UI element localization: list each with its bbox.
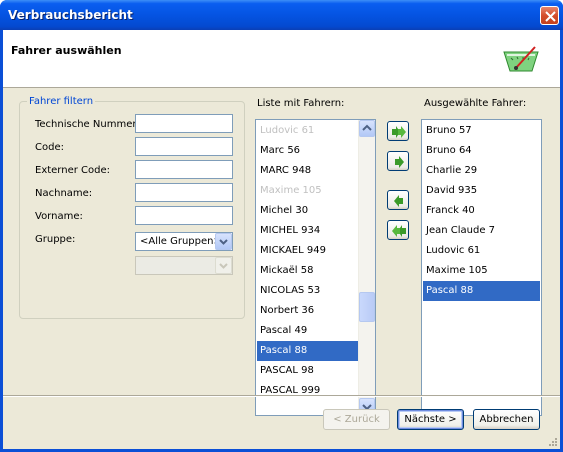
- page-title: Fahrer auswählen: [11, 44, 122, 57]
- list-item[interactable]: Michel 30: [257, 201, 358, 221]
- firstname-input[interactable]: [135, 206, 233, 225]
- gauge-icon: [503, 46, 539, 72]
- resize-grip-icon[interactable]: [548, 437, 558, 447]
- filter-group-label: Fahrer filtern: [27, 96, 96, 107]
- group-select-arrow[interactable]: [215, 233, 232, 250]
- list-item[interactable]: MICKAEL 949: [257, 241, 358, 261]
- window-title: Verbrauchsbericht: [8, 8, 133, 22]
- list-item[interactable]: Pascal 88: [257, 341, 358, 361]
- list-item[interactable]: Maxime 105: [423, 261, 540, 281]
- next-button[interactable]: Nächste >: [397, 409, 464, 430]
- list-item[interactable]: MICHEL 934: [257, 221, 358, 241]
- arrow-right-icon: [395, 156, 404, 168]
- list-item[interactable]: Jean Claude 7: [423, 221, 540, 241]
- wizard-header: Fahrer auswählen: [3, 30, 560, 88]
- list-item[interactable]: Bruno 57: [423, 121, 540, 141]
- firstname-label: Vorname:: [35, 211, 83, 222]
- add-all-button[interactable]: [387, 121, 409, 141]
- list-item[interactable]: David 935: [423, 181, 540, 201]
- cancel-button[interactable]: Abbrechen: [473, 409, 540, 430]
- double-arrow-right-icon: [392, 126, 406, 138]
- chevron-up-icon: [362, 124, 372, 131]
- chevron-down-icon: [219, 263, 228, 269]
- list-item[interactable]: NICOLAS 53: [257, 281, 358, 301]
- list-item[interactable]: PASCAL 999: [257, 381, 358, 401]
- available-list-scrollbar[interactable]: [358, 120, 375, 415]
- list-item[interactable]: Pascal 88: [423, 281, 540, 301]
- list-item[interactable]: MARC 948: [257, 161, 358, 181]
- title-bar[interactable]: Verbrauchsbericht: [0, 0, 563, 30]
- list-item[interactable]: Ludovic 61: [423, 241, 540, 261]
- double-arrow-left-icon: [392, 225, 406, 237]
- list-item[interactable]: Maxime 105: [257, 181, 358, 201]
- external-code-input[interactable]: [135, 160, 233, 179]
- external-code-label: Externer Code:: [35, 165, 110, 176]
- chevron-down-icon: [219, 239, 228, 245]
- group-label: Gruppe:: [35, 234, 76, 245]
- list-item[interactable]: Franck 40: [423, 201, 540, 221]
- list-item[interactable]: Charlie 29: [423, 161, 540, 181]
- arrow-left-icon: [394, 195, 403, 207]
- subgroup-select[interactable]: [135, 256, 233, 275]
- remove-button[interactable]: [387, 190, 409, 210]
- add-button[interactable]: [387, 151, 409, 171]
- selected-driver-list[interactable]: Bruno 57 Bruno 64 Charlie 29 David 935 Franc…: [421, 119, 542, 416]
- list-item[interactable]: Marc 56: [257, 141, 358, 161]
- available-driver-list[interactable]: Ludovic 61 Marc 56 MARC 948 Maxime 105 Miche…: [255, 119, 376, 416]
- list-item[interactable]: PASCAL 98: [257, 361, 358, 381]
- code-label: Code:: [35, 142, 64, 153]
- scroll-up-button[interactable]: [359, 120, 375, 137]
- group-select[interactable]: <Alle Gruppen>: [135, 232, 233, 251]
- remove-all-button[interactable]: [387, 220, 409, 240]
- list-item[interactable]: Norbert 36: [257, 301, 358, 321]
- list-item[interactable]: Bruno 64: [423, 141, 540, 161]
- selected-list-label: Ausgewählte Fahrer:: [424, 98, 527, 109]
- back-button[interactable]: < Zurück: [323, 409, 390, 430]
- list-item[interactable]: Pascal 49: [257, 321, 358, 341]
- tech-number-input[interactable]: [135, 114, 233, 133]
- lastname-label: Nachname:: [35, 188, 93, 199]
- list-item[interactable]: Ludovic 61: [257, 121, 358, 141]
- dialog-client: Fahrer auswählen Fahrer filtern Technisc…: [3, 30, 560, 449]
- group-select-value: <Alle Gruppen>: [140, 236, 222, 247]
- dialog-window: Verbrauchsbericht Fahrer auswählen Fahre…: [0, 0, 563, 452]
- close-button[interactable]: [540, 6, 559, 25]
- scroll-thumb[interactable]: [359, 292, 375, 322]
- tech-number-label: Technische Nummer:: [35, 119, 140, 130]
- close-icon: [545, 11, 556, 22]
- available-list-label: Liste mit Fahrern:: [257, 98, 345, 109]
- list-item[interactable]: Mickaël 58: [257, 261, 358, 281]
- subgroup-select-arrow[interactable]: [215, 257, 232, 274]
- lastname-input[interactable]: [135, 183, 233, 202]
- code-input[interactable]: [135, 137, 233, 156]
- footer-separator: [3, 395, 560, 397]
